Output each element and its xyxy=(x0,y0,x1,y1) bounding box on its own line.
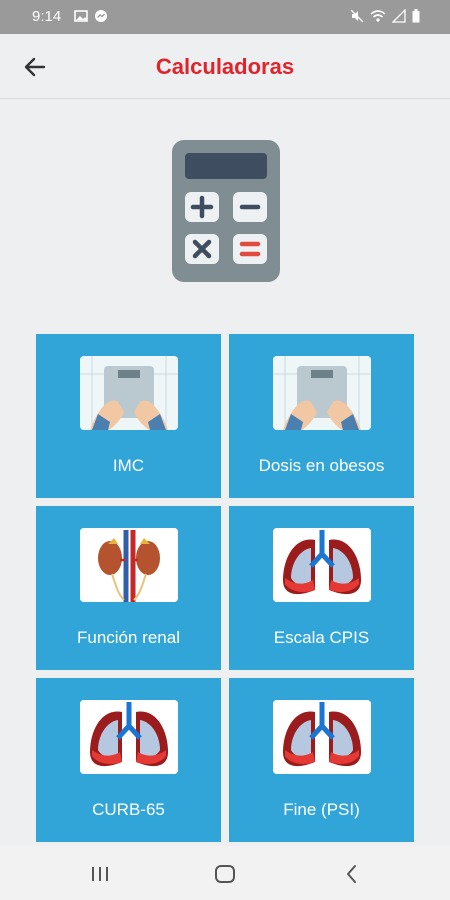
kidneys-image xyxy=(80,528,178,602)
messenger-icon xyxy=(95,10,107,22)
tile-label: Dosis en obesos xyxy=(258,456,385,475)
status-bar: 9:14 xyxy=(0,0,450,34)
signal-icon xyxy=(392,9,406,23)
calculator-icon xyxy=(172,140,280,282)
tile-label: Fine (PSI) xyxy=(283,800,360,819)
tile-curb-65[interactable]: CURB-65 xyxy=(36,678,221,842)
tile-escala-cpis[interactable]: Escala CPIS xyxy=(229,506,414,670)
tile-label: CURB-65 xyxy=(92,800,165,819)
scale-image xyxy=(273,356,371,430)
recents-icon xyxy=(92,867,108,881)
tile-dosis-en-obesos[interactable]: Dosis en obesos xyxy=(229,334,414,498)
page-title: Calculadoras xyxy=(155,54,295,79)
lungs-image xyxy=(80,700,178,774)
battery-icon xyxy=(412,9,420,23)
scale-image xyxy=(80,356,178,430)
back-icon xyxy=(347,865,356,883)
tile-label: IMC xyxy=(112,456,145,475)
lungs-image xyxy=(273,700,371,774)
recents-button[interactable] xyxy=(86,860,114,888)
home-button[interactable] xyxy=(211,860,239,888)
system-back-button[interactable] xyxy=(338,860,366,888)
wifi-icon xyxy=(370,10,386,22)
image-icon xyxy=(74,10,88,22)
tile-label: Función renal xyxy=(76,628,180,647)
home-icon xyxy=(215,865,235,883)
tile-imc[interactable]: IMC xyxy=(36,334,221,498)
tile-label: Escala CPIS xyxy=(273,628,370,647)
mute-icon xyxy=(350,9,364,23)
tile-funcion-renal[interactable]: Función renal xyxy=(36,506,221,670)
navigation-bar xyxy=(0,846,450,900)
app-bar: Calculadoras xyxy=(0,34,450,99)
lungs-image xyxy=(273,528,371,602)
status-time: 9:14 xyxy=(32,8,62,25)
tile-fine-psi[interactable]: Fine (PSI) xyxy=(229,678,414,842)
